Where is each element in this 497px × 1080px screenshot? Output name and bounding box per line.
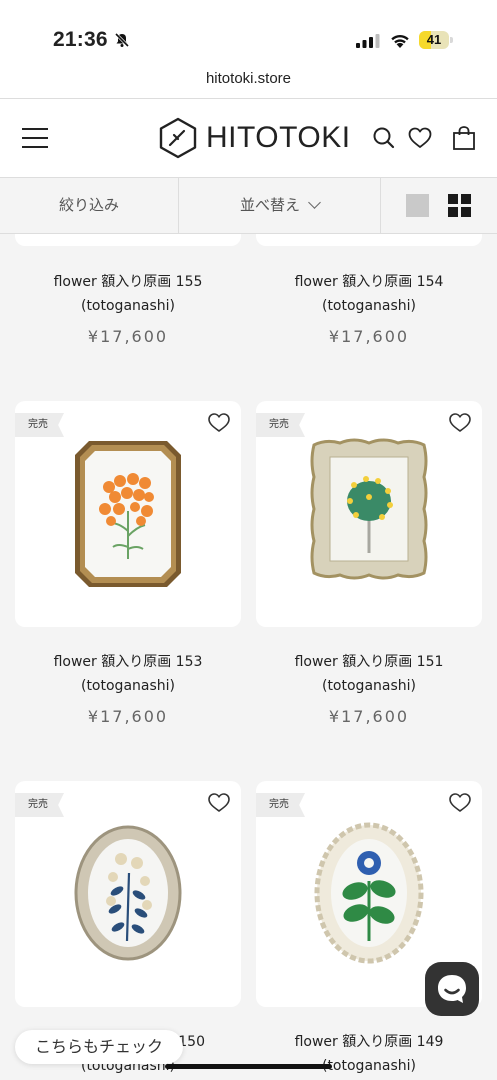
favorite-heart-icon[interactable] bbox=[448, 411, 472, 433]
product-price: ¥17,600 bbox=[328, 327, 410, 346]
status-time: 21:36 bbox=[53, 28, 108, 51]
product-name[interactable]: flower 額入り原画 155 bbox=[15, 272, 241, 292]
product-artist: (totoganashi) bbox=[321, 678, 416, 694]
sold-out-badge: 完売 bbox=[256, 413, 305, 437]
product-price: ¥17,600 bbox=[328, 707, 410, 726]
chevron-down-icon bbox=[308, 196, 321, 209]
logo-text: HITOTOKI bbox=[206, 121, 351, 154]
sold-out-badge: 完売 bbox=[256, 793, 305, 817]
search-icon[interactable] bbox=[371, 125, 397, 151]
sold-out-badge: 完売 bbox=[15, 793, 64, 817]
browser-url-bar[interactable]: hitotoki.store bbox=[0, 62, 497, 98]
logo-mark-icon bbox=[159, 117, 197, 159]
filter-button[interactable]: 絞り込み bbox=[0, 178, 179, 233]
product-artist: (totoganashi) bbox=[321, 298, 416, 314]
check-this-out-label: こちらもチェック bbox=[34, 1037, 163, 1056]
url-text[interactable]: hitotoki.store bbox=[206, 70, 291, 87]
home-indicator bbox=[165, 1064, 332, 1069]
product-price: ¥17,600 bbox=[87, 327, 169, 346]
filter-label: 絞り込み bbox=[58, 196, 119, 214]
product-name[interactable]: flower 額入り原画 151 bbox=[256, 652, 482, 672]
battery-indicator: 41 bbox=[419, 31, 453, 49]
favorite-heart-icon[interactable] bbox=[207, 411, 231, 433]
product-name[interactable]: flower 額入り原画 149 bbox=[256, 1032, 482, 1052]
cellular-signal-icon bbox=[356, 34, 380, 48]
site-logo[interactable]: HITOTOKI bbox=[158, 117, 351, 159]
favorite-heart-icon[interactable] bbox=[207, 791, 231, 813]
wifi-icon bbox=[391, 34, 409, 48]
heart-icon[interactable] bbox=[407, 125, 433, 151]
product-artist: (totoganashi) bbox=[80, 298, 175, 314]
menu-icon[interactable] bbox=[22, 127, 48, 149]
sold-out-badge: 完売 bbox=[15, 413, 64, 437]
grid-view-icon[interactable] bbox=[448, 194, 471, 217]
favorite-heart-icon[interactable] bbox=[448, 791, 472, 813]
battery-level: 41 bbox=[426, 32, 442, 47]
chat-bubble-icon bbox=[438, 975, 466, 1003]
product-card-155-image[interactable] bbox=[15, 234, 241, 246]
filter-sort-bar: 絞り込み 並べ替え bbox=[0, 178, 497, 234]
bag-icon[interactable] bbox=[451, 125, 477, 151]
single-column-view-icon[interactable] bbox=[406, 194, 429, 217]
product-card-150[interactable]: 完売 bbox=[15, 781, 241, 1007]
silent-bell-icon bbox=[114, 32, 130, 48]
check-this-out-button[interactable]: こちらもチェック bbox=[15, 1030, 183, 1064]
product-name[interactable]: flower 額入り原画 153 bbox=[15, 652, 241, 672]
sort-label: 並べ替え bbox=[239, 196, 300, 214]
chat-button[interactable] bbox=[425, 962, 479, 1016]
product-card-151[interactable]: 完売 bbox=[256, 401, 482, 627]
site-header: HITOTOKI bbox=[0, 98, 497, 178]
product-price: ¥17,600 bbox=[87, 707, 169, 726]
sort-button[interactable]: 並べ替え bbox=[179, 178, 381, 233]
product-card-154-image[interactable] bbox=[256, 234, 482, 246]
status-bar: 21:36 41 bbox=[0, 0, 497, 62]
product-name[interactable]: flower 額入り原画 154 bbox=[256, 272, 482, 292]
product-card-153[interactable]: 完売 bbox=[15, 401, 241, 627]
product-artist: (totoganashi) bbox=[80, 678, 175, 694]
